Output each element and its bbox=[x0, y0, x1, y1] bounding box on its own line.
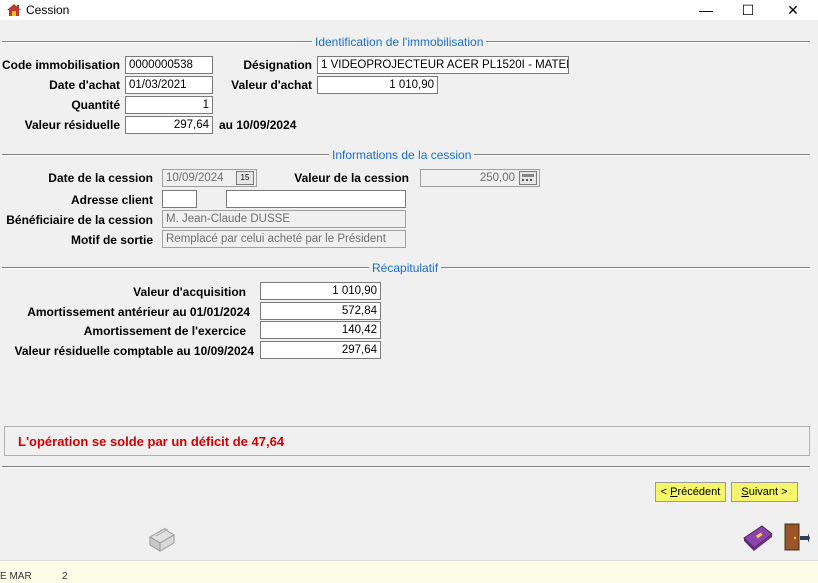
close-button[interactable]: ✕ bbox=[773, 0, 813, 20]
valeur-achat-field[interactable]: 1 010,90 bbox=[317, 76, 438, 94]
archive-icon[interactable] bbox=[146, 523, 176, 553]
designation-field[interactable]: 1 VIDEOPROJECTEUR ACER PL1520I - MATERIE… bbox=[317, 56, 569, 74]
status-text-left: E MAR bbox=[0, 571, 32, 582]
code-field[interactable]: 0000000538 bbox=[125, 56, 213, 74]
adresse-client-label: Adresse client bbox=[70, 193, 153, 207]
status-strip bbox=[0, 560, 818, 583]
amortissement-exercice-field[interactable]: 140,42 bbox=[260, 321, 381, 339]
valeur-residuelle-comptable-field[interactable]: 297,64 bbox=[260, 341, 381, 359]
code-label: Code immobilisation bbox=[1, 58, 120, 72]
status-number: 2 bbox=[62, 571, 68, 582]
exit-door-icon[interactable] bbox=[782, 522, 810, 552]
amortissement-anterieur-label: Amortissement antérieur au 01/01/2024 bbox=[27, 305, 250, 319]
valeur-cession-label: Valeur de la cession bbox=[294, 171, 409, 185]
amortissement-exercice-label: Amortissement de l'exercice bbox=[83, 324, 246, 338]
adresse-client-field[interactable] bbox=[226, 190, 406, 208]
close-icon: ✕ bbox=[787, 1, 799, 18]
date-achat-label: Date d'achat bbox=[49, 78, 120, 92]
deficit-message: L'opération se solde par un déficit de 4… bbox=[18, 434, 285, 449]
beneficiaire-field[interactable]: M. Jean-Claude DUSSE bbox=[162, 210, 406, 228]
quantite-field[interactable]: 1 bbox=[125, 96, 213, 114]
valeur-acquisition-field[interactable]: 1 010,90 bbox=[260, 282, 381, 300]
beneficiaire-label: Bénéficiaire de la cession bbox=[6, 213, 153, 227]
purple-book-icon[interactable] bbox=[742, 522, 774, 552]
adresse-code-field[interactable] bbox=[162, 190, 197, 208]
previous-arrow-icon: < bbox=[660, 486, 668, 498]
minimize-button[interactable]: — bbox=[686, 0, 726, 20]
house-icon bbox=[7, 4, 21, 16]
section-title-recap: Récapitulatif bbox=[369, 261, 442, 275]
maximize-button[interactable]: ☐ bbox=[728, 0, 768, 20]
precedent-button[interactable]: < Précédent bbox=[655, 482, 726, 502]
calculator-icon[interactable] bbox=[519, 171, 537, 185]
amortissement-anterieur-field[interactable]: 572,84 bbox=[260, 302, 381, 320]
minimize-icon: — bbox=[699, 2, 713, 18]
precedent-label: récédent bbox=[677, 486, 721, 498]
designation-label: Désignation bbox=[243, 58, 312, 72]
section-title-identification: Identification de l'immobilisation bbox=[312, 35, 487, 49]
precedent-hotkey: P bbox=[670, 486, 678, 498]
calendar-icon[interactable]: 15 bbox=[236, 171, 254, 185]
section-divider bbox=[2, 466, 810, 468]
valeur-achat-label: Valeur d'achat bbox=[231, 78, 312, 92]
date-achat-field[interactable]: 01/03/2021 bbox=[125, 76, 213, 94]
suivant-label: uivant bbox=[748, 486, 779, 498]
valeur-residuelle-comptable-label: Valeur résiduelle comptable au 10/09/202… bbox=[14, 344, 254, 358]
valeur-residuelle-date: au 10/09/2024 bbox=[219, 118, 297, 132]
next-arrow-icon: > bbox=[781, 486, 788, 498]
valeur-acquisition-label: Valeur d'acquisition bbox=[133, 285, 246, 299]
window-title: Cession bbox=[26, 3, 70, 17]
valeur-residuelle-label: Valeur résiduelle bbox=[24, 118, 120, 132]
date-cession-label: Date de la cession bbox=[48, 171, 153, 185]
motif-sortie-label: Motif de sortie bbox=[70, 233, 153, 247]
valeur-residuelle-field[interactable]: 297,64 bbox=[125, 116, 213, 134]
suivant-hotkey: S bbox=[741, 486, 749, 498]
suivant-button[interactable]: Suivant > bbox=[731, 482, 798, 502]
section-title-cession: Informations de la cession bbox=[329, 148, 475, 162]
quantite-label: Quantité bbox=[71, 98, 120, 112]
motif-sortie-field[interactable]: Remplacé par celui acheté par le Préside… bbox=[162, 230, 406, 248]
maximize-icon: ☐ bbox=[741, 1, 755, 18]
